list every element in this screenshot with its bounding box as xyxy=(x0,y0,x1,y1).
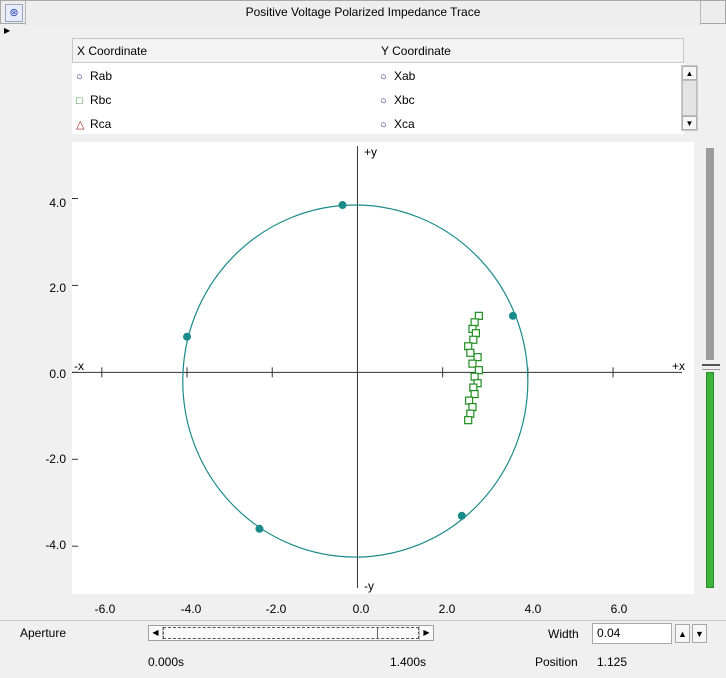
triangle-marker-icon: △ xyxy=(76,119,85,131)
window-title: Positive Voltage Polarized Impedance Tra… xyxy=(25,1,701,25)
neg-x-axis-label: -x xyxy=(74,359,84,373)
legend-label: Xbc xyxy=(394,93,415,107)
legend-label: Xab xyxy=(394,69,416,83)
width-input[interactable]: 0.04 xyxy=(592,623,672,644)
scroll-up-icon[interactable]: ▲ xyxy=(682,66,697,80)
aperture-range[interactable] xyxy=(163,627,419,639)
zoom-handle[interactable] xyxy=(702,364,720,370)
aperture-position-marker[interactable] xyxy=(377,627,378,639)
legend-label: Rab xyxy=(90,69,113,83)
circle-marker-icon: ○ xyxy=(380,71,387,83)
y-tick-label: 0.0 xyxy=(49,367,66,381)
x-tick-label: -4.0 xyxy=(180,602,202,616)
circle-marker-icon: ○ xyxy=(76,71,83,83)
circle-data-point xyxy=(255,524,264,533)
legend-row-xbc-y[interactable]: ○ Xbc xyxy=(380,88,415,112)
zoom-track-upper[interactable] xyxy=(706,148,714,360)
x-tick-label: 6.0 xyxy=(610,602,628,616)
time-end: 1.400s xyxy=(390,655,427,669)
legend-row-xab-y[interactable]: ○ Xab xyxy=(380,64,415,88)
aperture-right-arrow-icon[interactable]: ▶ xyxy=(419,626,433,640)
y-tick-label: -4.0 xyxy=(45,538,66,552)
y-tick-label: -2.0 xyxy=(45,452,66,466)
zoom-scrollbar[interactable] xyxy=(702,142,724,594)
legend-row-xca-y[interactable]: ○ Xca xyxy=(380,112,415,136)
x-tick-label: -6.0 xyxy=(94,602,116,616)
y-coordinate-header[interactable]: Y Coordinate xyxy=(381,39,451,64)
width-decrement-icon[interactable]: ▼ xyxy=(692,624,707,643)
rbc-trace-point xyxy=(464,416,473,425)
rbc-trace-point xyxy=(466,348,475,357)
x-tick-label: 4.0 xyxy=(524,602,542,616)
legend-row-rbc-x[interactable]: □ Rbc xyxy=(76,88,111,112)
impedance-plot[interactable]: -x +x +y -y xyxy=(72,142,694,594)
legend-panel: X Coordinate Y Coordinate ○ Rab ○ Xab □ Rbc… xyxy=(72,38,684,134)
x-tick-label: -2.0 xyxy=(265,602,287,616)
zoom-track-active[interactable] xyxy=(706,372,714,588)
legend-row-rca-x[interactable]: △ Rca xyxy=(76,112,111,136)
circle-data-point xyxy=(183,332,192,341)
pos-x-axis-label: +x xyxy=(672,359,685,373)
x-tick-label: 2.0 xyxy=(438,602,456,616)
y-tick-label: 2.0 xyxy=(49,281,66,295)
circle-data-point xyxy=(338,201,347,210)
circle-data-point xyxy=(457,511,466,520)
circle-data-point xyxy=(508,311,517,320)
scroll-down-icon[interactable]: ▼ xyxy=(682,116,697,130)
time-start: 0.000s xyxy=(148,655,185,669)
x-tick-label: 0.0 xyxy=(352,602,370,616)
legend-scroll-thumb[interactable] xyxy=(682,80,697,116)
width-increment-icon[interactable]: ▲ xyxy=(675,624,690,643)
collapse-arrow-icon[interactable]: ▶ xyxy=(4,26,10,35)
legend-header: X Coordinate Y Coordinate xyxy=(72,38,684,63)
legend-label: Rca xyxy=(90,117,112,131)
window-options-icon[interactable]: ⊛ xyxy=(5,4,23,22)
pos-y-axis-label: +y xyxy=(364,145,377,159)
circle-marker-icon: ○ xyxy=(380,119,387,131)
legend-label: Rbc xyxy=(90,93,112,107)
impedance-chart[interactable]: -x +x +y -y xyxy=(72,142,694,594)
position-label: Position xyxy=(535,655,578,669)
x-coordinate-header[interactable]: X Coordinate xyxy=(77,39,147,64)
width-label: Width xyxy=(548,627,579,641)
y-tick-label: 4.0 xyxy=(49,196,66,210)
square-marker-icon: □ xyxy=(76,95,83,107)
legend-row-rab-x[interactable]: ○ Rab xyxy=(76,64,112,88)
neg-y-axis-label: -y xyxy=(364,579,374,593)
legend-scrollbar[interactable]: ▲ ▼ xyxy=(681,65,698,131)
title-bar: ⊛ Positive Voltage Polarized Impedance T… xyxy=(0,0,726,25)
aperture-left-arrow-icon[interactable]: ◀ xyxy=(149,626,163,640)
aperture-label: Aperture xyxy=(20,626,67,640)
circle-marker-icon: ○ xyxy=(380,95,387,107)
position-value: 1.125 xyxy=(597,655,628,669)
aperture-slider[interactable]: ◀ ▶ xyxy=(148,625,434,641)
legend-label: Xca xyxy=(394,117,415,131)
